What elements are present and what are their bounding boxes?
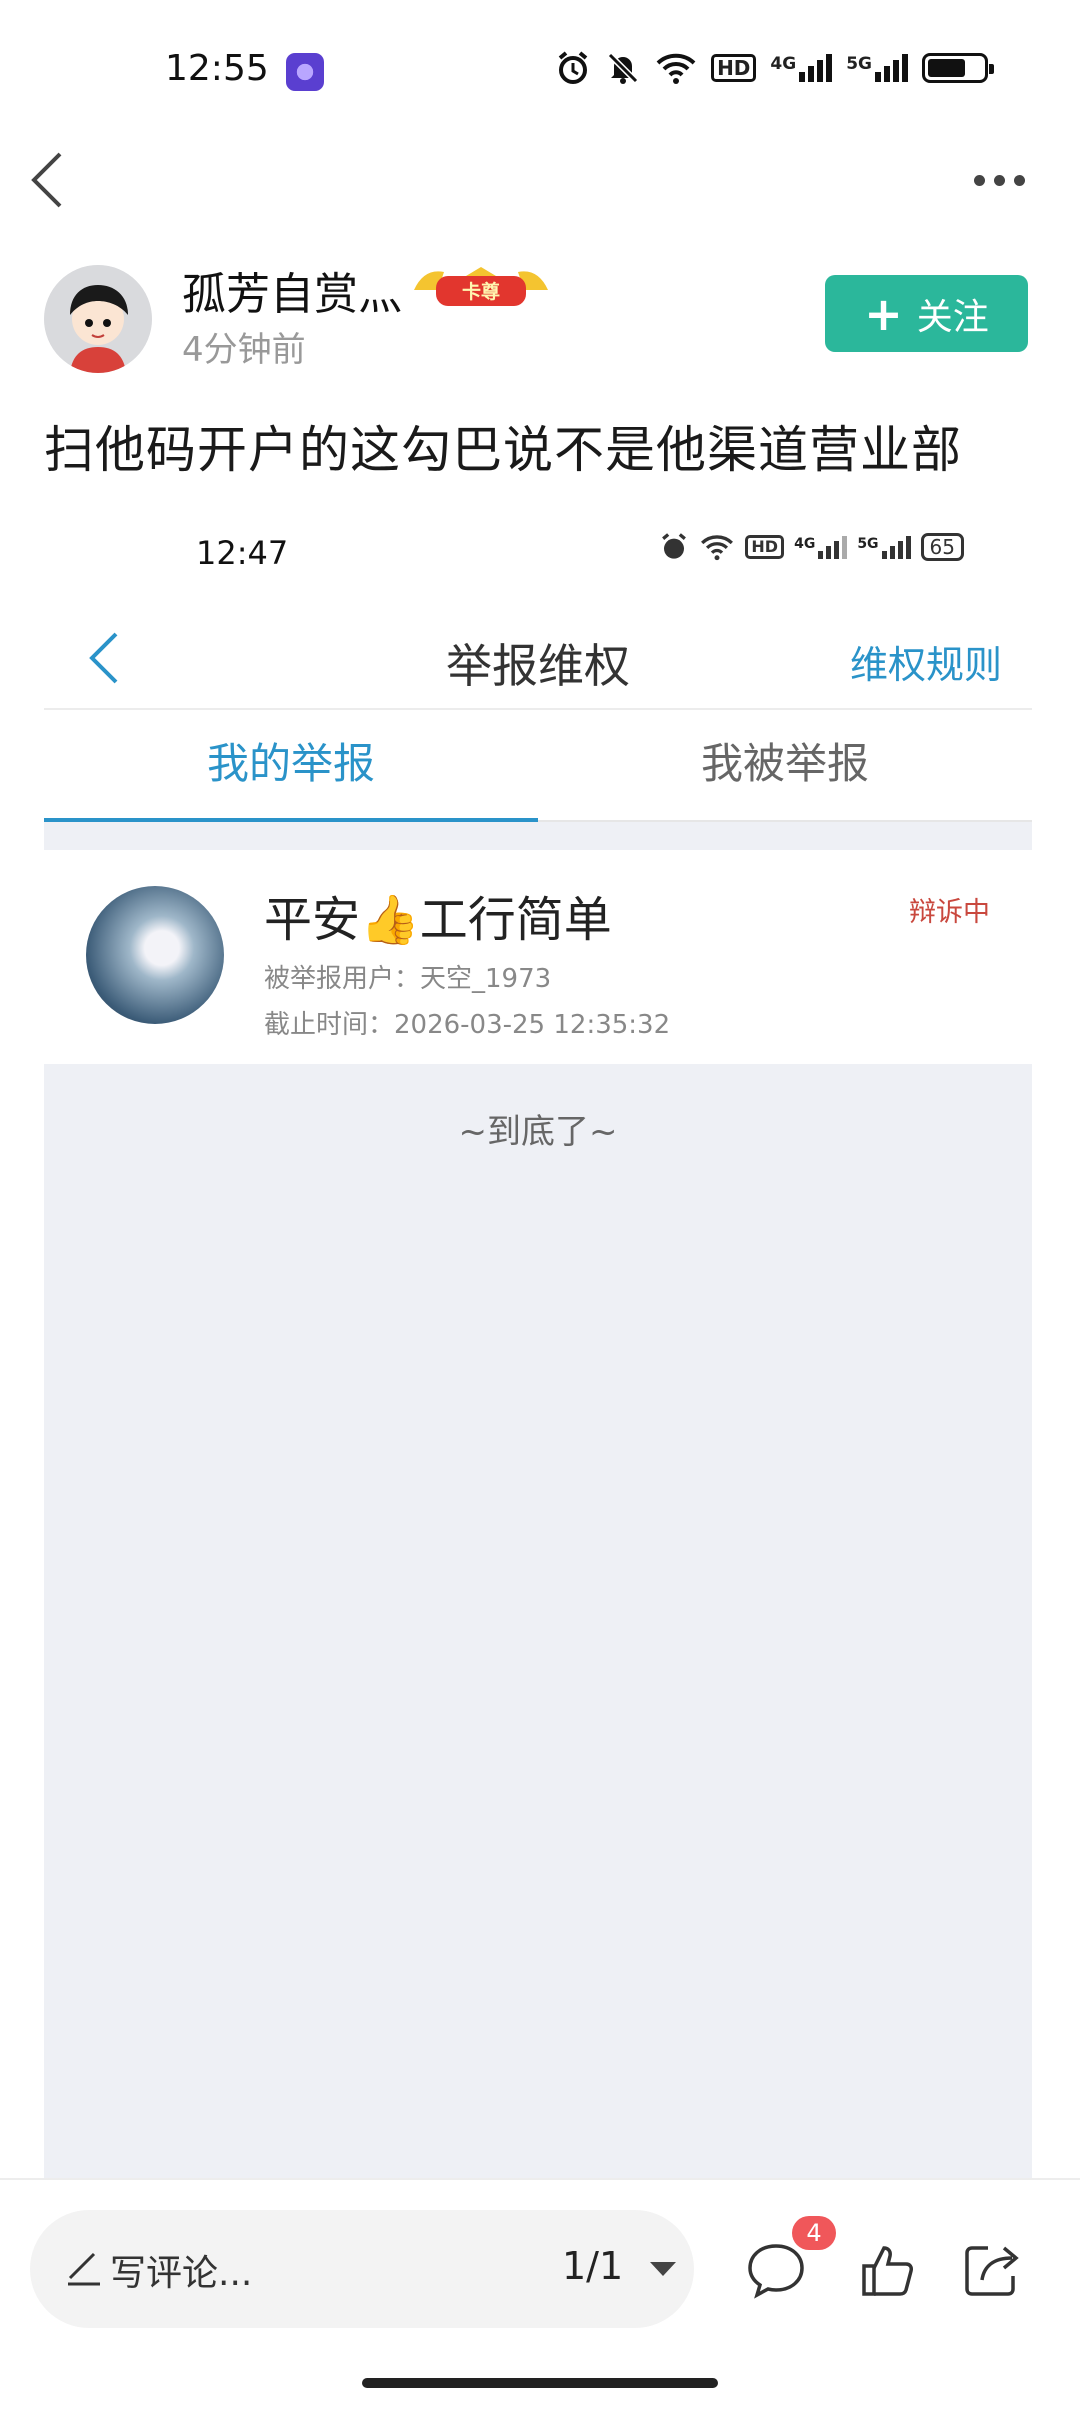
- back-button[interactable]: [26, 150, 70, 210]
- share-icon[interactable]: [960, 2238, 1024, 2302]
- comment-count-badge: 4: [792, 2216, 836, 2250]
- comment-placeholder: 写评论...: [110, 2253, 253, 2294]
- image-report-status: 辩诉中: [909, 897, 990, 928]
- bottom-action-bar: 写评论... 1/1 4: [0, 2178, 1080, 2412]
- comment-input[interactable]: 写评论... 1/1: [30, 2210, 694, 2328]
- wifi-icon: [656, 53, 696, 84]
- image-report-card: 平安👍工行简单 被举报用户：天空_1973 截止时间：2026-03-25 12…: [44, 850, 1032, 1064]
- status-time: 12:55: [165, 48, 269, 89]
- thumbs-up-icon[interactable]: [858, 2238, 922, 2302]
- image-separator: [44, 822, 1032, 850]
- image-report-name: 平安👍工行简单: [264, 892, 612, 948]
- image-signal-4g-icon: 4G: [794, 535, 848, 559]
- battery-icon: [922, 53, 994, 83]
- image-battery-icon: 65: [920, 533, 964, 561]
- post-image[interactable]: 12:47 HD 4G 5G 65 举报维权 维权规则 我的举报 我被举报 平安…: [44, 510, 1032, 2180]
- vip-badge-icon: 卡尊: [414, 267, 548, 306]
- more-options-button[interactable]: [974, 170, 1028, 190]
- author-name[interactable]: 孤芳自赏灬: [182, 258, 402, 322]
- alarm-icon: [558, 51, 588, 84]
- app-notification-icon: [286, 53, 324, 91]
- author-avatar[interactable]: [44, 265, 152, 373]
- follow-label: 关注: [916, 296, 989, 338]
- avatar-image: [44, 265, 152, 373]
- image-tab-my-reports: 我的举报: [44, 710, 538, 822]
- image-status-time: 12:47: [196, 534, 289, 572]
- signal-4g-icon: 4G: [770, 54, 833, 82]
- comment-icon[interactable]: [744, 2238, 808, 2302]
- image-empty-area: ~到底了~: [44, 1064, 1032, 2180]
- image-tab-reported-me: 我被举报: [700, 739, 869, 788]
- more-dot: [974, 174, 985, 186]
- image-end-of-list: ~到底了~: [458, 1112, 618, 1152]
- page-indicator[interactable]: 1/1: [562, 2244, 623, 2288]
- vip-badge-label: 卡尊: [462, 280, 500, 303]
- plus-icon: +: [864, 286, 903, 341]
- hd-icon: HD: [711, 54, 757, 82]
- image-wifi-icon: [701, 535, 734, 561]
- follow-button[interactable]: + 关注: [825, 275, 1028, 352]
- image-signal-5g-icon: 5G: [857, 535, 911, 559]
- post-time: 4分钟前: [182, 330, 306, 370]
- more-dot: [994, 174, 1005, 186]
- signal-5g-icon: 5G: [846, 54, 908, 82]
- status-icons: HD 4G 5G: [555, 50, 994, 86]
- home-indicator[interactable]: [362, 2378, 718, 2388]
- more-dot: [1014, 174, 1025, 186]
- image-rules-link: 维权规则: [849, 643, 1002, 687]
- image-alarm-icon: [662, 533, 687, 559]
- caret-down-icon[interactable]: [650, 2262, 676, 2276]
- image-report-avatar: [86, 886, 224, 1024]
- image-status-icons: HD 4G 5G 65: [659, 532, 964, 562]
- image-reported-user: 被举报用户：天空_1973: [264, 964, 552, 994]
- post-text: 扫他码开户的这勾巴说不是他渠道营业部: [44, 421, 962, 479]
- pen-icon: [68, 2252, 100, 2286]
- image-tabs: 我的举报 我被举报: [44, 710, 1032, 822]
- image-hd-icon: HD: [745, 535, 785, 559]
- image-deadline: 截止时间：2026-03-25 12:35:32: [264, 1010, 671, 1040]
- status-bar: 12:55 HD 4G 5G: [0, 0, 1080, 140]
- image-nav-bar: 举报维权 维权规则: [44, 600, 1032, 710]
- mute-bell-icon: [607, 52, 639, 84]
